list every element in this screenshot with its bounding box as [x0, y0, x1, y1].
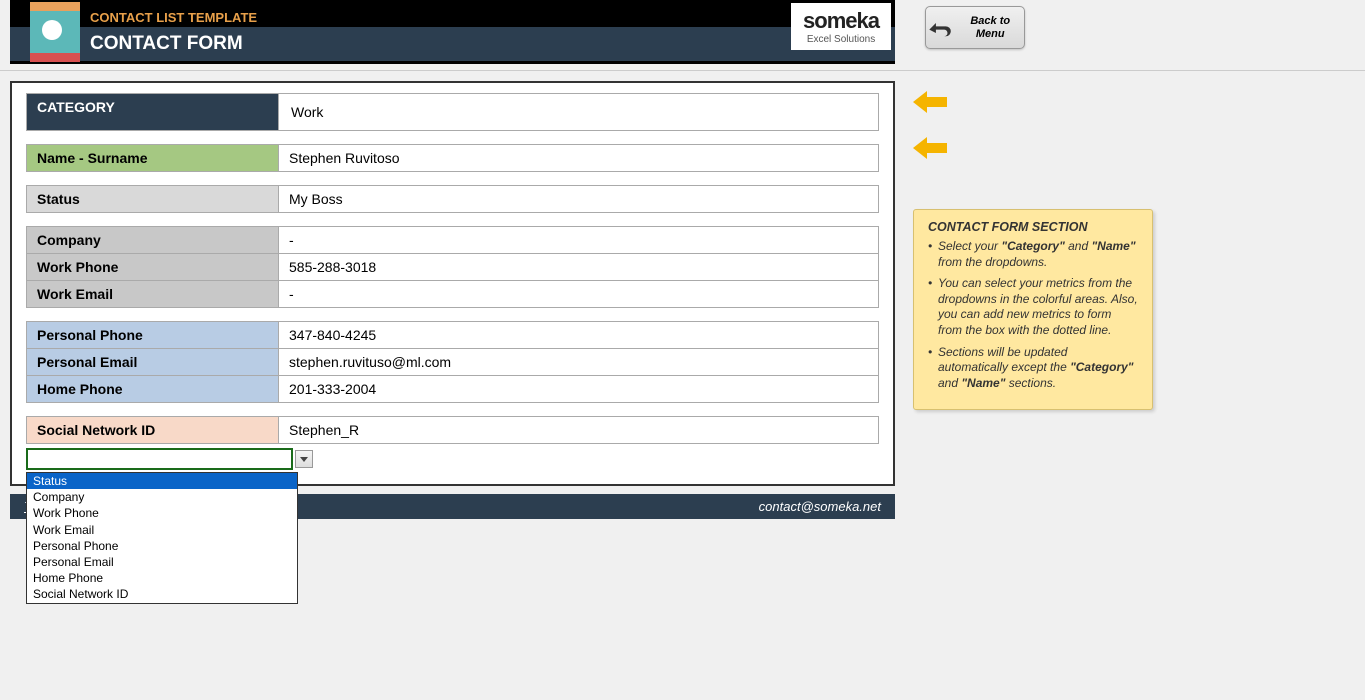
help-title: CONTACT FORM SECTION	[928, 220, 1138, 234]
form-row: Company-	[26, 226, 879, 254]
metric-dropdown-cell[interactable]: StatusCompanyWork PhoneWork EmailPersona…	[26, 448, 293, 470]
form-row: Work Email-	[26, 281, 879, 308]
name-label: Name - Surname	[27, 145, 279, 171]
row-label[interactable]: Company	[27, 227, 279, 253]
row-value[interactable]: 585-288-3018	[279, 254, 878, 280]
form-row: Home Phone201-333-2004	[26, 376, 879, 403]
row-label[interactable]: Home Phone	[27, 376, 279, 402]
dropdown-option[interactable]: Social Network ID	[27, 586, 297, 602]
row-value[interactable]: 347-840-4245	[279, 322, 878, 348]
row-value[interactable]: Stephen_R	[279, 417, 878, 443]
name-value[interactable]: Stephen Ruvitoso	[279, 145, 878, 171]
contact-form-panel: CATEGORY Work Name - Surname Stephen Ruv…	[10, 81, 895, 486]
contact-email: contact@someka.net	[759, 499, 881, 514]
brand-name: someka	[803, 8, 879, 34]
form-row: Personal Emailstephen.ruvituso@ml.com	[26, 349, 879, 376]
help-note: CONTACT FORM SECTION Select your "Catego…	[913, 209, 1153, 410]
row-label[interactable]: Work Email	[27, 281, 279, 307]
back-button-label: Back to Menu	[956, 15, 1024, 39]
form-row: Social Network IDStephen_R	[26, 416, 879, 444]
row-label[interactable]: Personal Email	[27, 349, 279, 375]
dropdown-option[interactable]: Work Phone	[27, 505, 297, 521]
page-title: CONTACT FORM	[10, 27, 895, 61]
template-title: CONTACT LIST TEMPLATE	[90, 4, 895, 27]
brand-tagline: Excel Solutions	[803, 34, 879, 45]
row-value[interactable]: stephen.ruvituso@ml.com	[279, 349, 878, 375]
row-label[interactable]: Social Network ID	[27, 417, 279, 443]
app-logo-icon	[30, 2, 80, 62]
back-to-menu-button[interactable]: Back to Menu	[925, 6, 1025, 49]
form-row: Work Phone585-288-3018	[26, 254, 879, 281]
pointer-arrow-name	[913, 137, 1173, 159]
dropdown-list: StatusCompanyWork PhoneWork EmailPersona…	[26, 472, 298, 604]
brand-logo: someka Excel Solutions	[791, 3, 891, 50]
form-row: StatusMy Boss	[26, 185, 879, 213]
row-value[interactable]: My Boss	[279, 186, 878, 212]
dropdown-option[interactable]: Status	[27, 473, 297, 489]
row-value[interactable]: -	[279, 281, 878, 307]
help-bullet-2: You can select your metrics from the dro…	[928, 276, 1138, 338]
help-bullet-1: Select your "Category" and "Name" from t…	[928, 239, 1138, 270]
category-label: CATEGORY	[27, 94, 279, 130]
row-label[interactable]: Status	[27, 186, 279, 212]
dropdown-option[interactable]: Company	[27, 489, 297, 505]
dropdown-option[interactable]: Personal Email	[27, 554, 297, 570]
category-value[interactable]: Work	[279, 94, 878, 130]
row-label[interactable]: Personal Phone	[27, 322, 279, 348]
form-row: Personal Phone347-840-4245	[26, 321, 879, 349]
row-label[interactable]: Work Phone	[27, 254, 279, 280]
dropdown-option[interactable]: Work Email	[27, 522, 297, 538]
back-arrow-icon	[926, 17, 952, 39]
header: CONTACT LIST TEMPLATE CONTACT FORM somek…	[10, 0, 895, 64]
pointer-arrow-category	[913, 91, 1173, 113]
dropdown-option[interactable]: Home Phone	[27, 570, 297, 586]
help-bullet-3: Sections will be updated automatically e…	[928, 345, 1138, 392]
category-row: CATEGORY Work	[26, 93, 879, 131]
row-value[interactable]: -	[279, 227, 878, 253]
row-value[interactable]: 201-333-2004	[279, 376, 878, 402]
dropdown-option[interactable]: Personal Phone	[27, 538, 297, 554]
dropdown-toggle-icon[interactable]	[295, 450, 313, 468]
metric-dropdown-input[interactable]	[28, 450, 291, 468]
name-row: Name - Surname Stephen Ruvitoso	[26, 144, 879, 172]
